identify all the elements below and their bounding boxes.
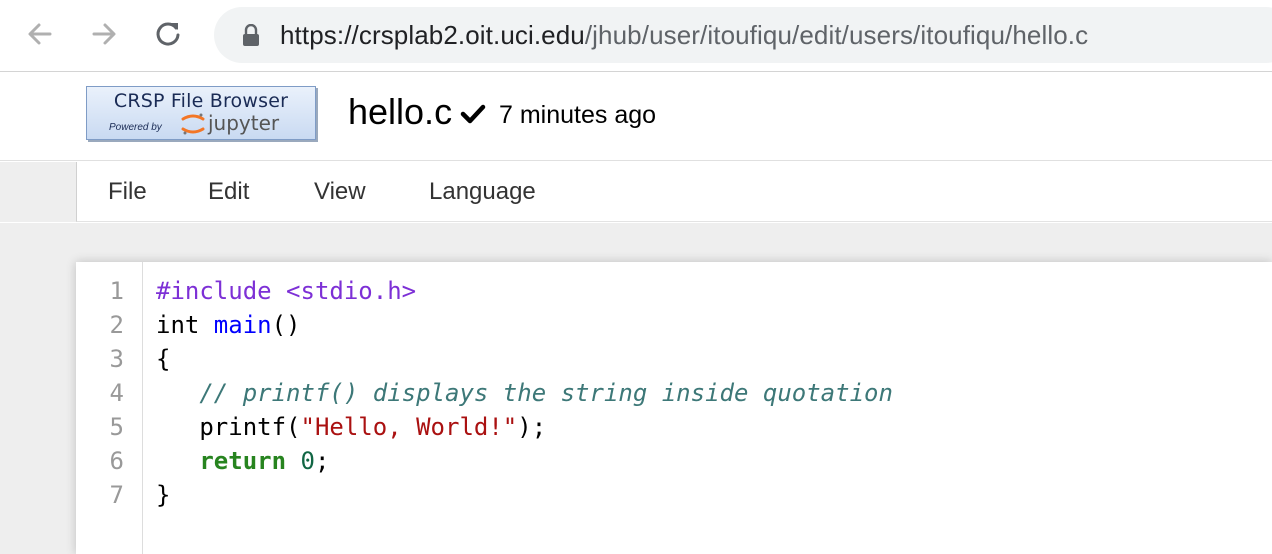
code-token-plain: { <box>156 345 171 373</box>
menu-view[interactable]: View <box>314 178 366 206</box>
reload-icon <box>156 22 180 46</box>
code-token-comment: // printf() displays the string inside q… <box>199 379 893 407</box>
file-name[interactable]: hello.c <box>348 92 452 132</box>
forward-button[interactable] <box>84 14 124 54</box>
code-token-plain: ); <box>517 413 547 441</box>
menu-file[interactable]: File <box>108 178 147 206</box>
line-number: 7 <box>109 481 124 509</box>
code-token-plain: } <box>156 481 171 509</box>
checkmark-icon <box>460 104 486 124</box>
browser-toolbar: https://crsplab2.oit.uci.edu/jhub/user/i… <box>0 0 1272 72</box>
reload-button[interactable] <box>148 14 188 54</box>
logo-powered-by: Powered by <box>109 122 162 133</box>
line-number: 2 <box>109 311 124 339</box>
code-token-plain: ; <box>314 447 330 475</box>
line-number-gutter: 1 2 3 4 5 6 7 <box>76 262 143 554</box>
code-token-plain: printf( <box>156 413 301 441</box>
menu-bar: File Edit View Language <box>76 162 1272 222</box>
code-token-def: main <box>213 311 272 339</box>
code-line[interactable]: } <box>156 478 170 512</box>
code-token-keyword: return <box>199 447 287 475</box>
crsp-logo[interactable]: CRSP File Browser Powered by jupyter <box>86 86 316 140</box>
back-arrow-icon <box>28 23 52 45</box>
logo-jupyter-text: jupyter <box>208 111 280 135</box>
code-line[interactable]: // printf() displays the string inside q… <box>156 376 893 410</box>
jupyter-header: CRSP File Browser Powered by jupyter hel… <box>0 73 1272 161</box>
line-number: 4 <box>109 379 124 407</box>
menu-language[interactable]: Language <box>429 178 536 206</box>
last-saved-status: 7 minutes ago <box>499 101 657 129</box>
code-line[interactable]: return 0; <box>156 444 329 478</box>
code-line[interactable]: printf("Hello, World!"); <box>156 410 546 444</box>
back-button[interactable] <box>20 14 60 54</box>
address-bar[interactable]: https://crsplab2.oit.uci.edu/jhub/user/i… <box>214 7 1272 63</box>
line-number: 6 <box>109 447 124 475</box>
url-host: https://crsplab2.oit.uci.edu <box>280 20 585 50</box>
code-line[interactable]: #include <stdio.h> <box>156 274 416 308</box>
code-token-string: "Hello, World!" <box>300 413 518 441</box>
code-line[interactable]: int main() <box>156 308 301 342</box>
line-number: 1 <box>109 277 124 305</box>
url-path: /jhub/user/itoufiqu/edit/users/itoufiqu/… <box>584 20 1089 50</box>
forward-arrow-icon <box>92 23 116 45</box>
logo-title: CRSP File Browser <box>113 90 289 112</box>
code-token-number: 0 <box>300 447 315 475</box>
code-line[interactable]: { <box>156 342 170 376</box>
line-number: 3 <box>109 345 124 373</box>
line-number: 5 <box>109 413 124 441</box>
code-token-plain: () <box>271 311 301 339</box>
code-token-meta: #include <stdio.h> <box>156 277 417 305</box>
url-text: https://crsplab2.oit.uci.edu/jhub/user/i… <box>280 19 1088 51</box>
lock-icon <box>243 24 259 46</box>
code-editor[interactable]: 1 2 3 4 5 6 7 #include <stdio.h> int mai… <box>76 262 1272 554</box>
menu-edit[interactable]: Edit <box>208 178 249 206</box>
jupyter-logo-icon <box>181 113 205 135</box>
code-token-plain: int <box>156 311 214 339</box>
